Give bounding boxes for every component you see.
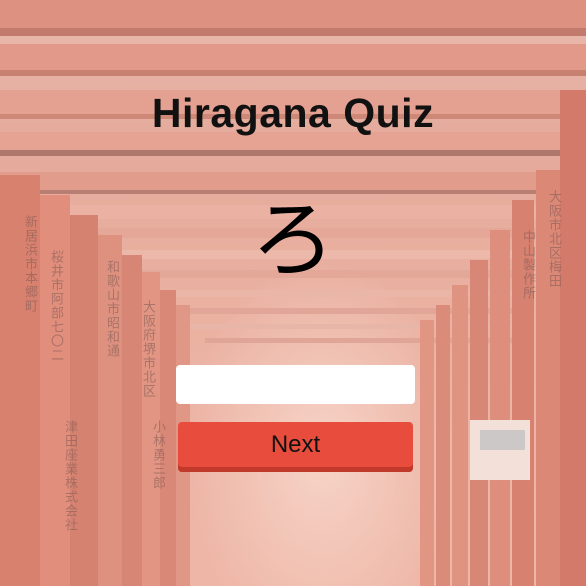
answer-input[interactable] xyxy=(176,365,415,404)
next-button[interactable]: Next xyxy=(178,422,413,472)
page-title: Hiragana Quiz xyxy=(151,90,435,136)
background-photo: 新居浜市本郷町 桜井市阿部七〇二 和歌山市昭和通 大阪府堺市北区 津田座業株式会… xyxy=(0,0,586,586)
hiragana-character: ろ xyxy=(250,191,335,289)
